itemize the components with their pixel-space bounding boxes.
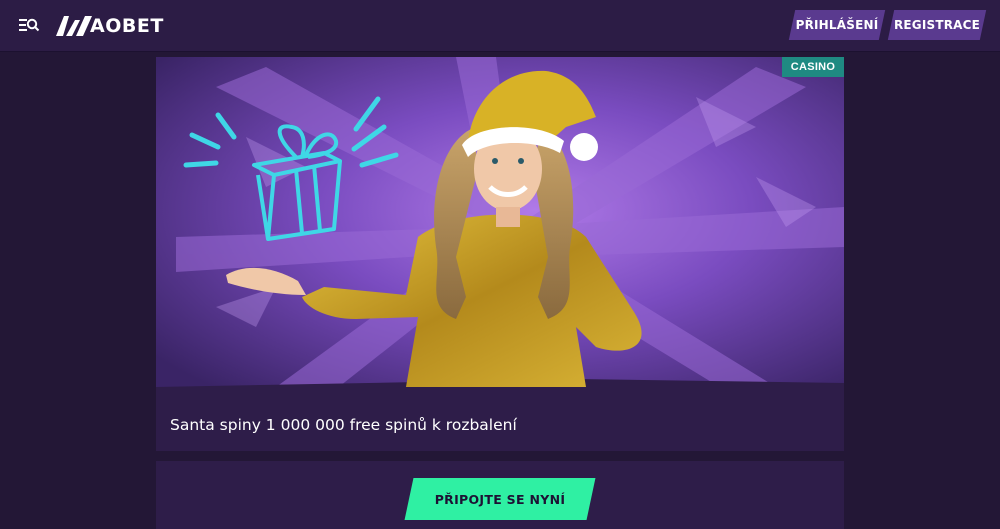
logo-text: AOBET [90,15,164,37]
login-button[interactable]: PŘIHLÁŠENÍ [788,10,886,40]
register-button[interactable]: REGISTRACE [887,10,987,40]
brand-logo[interactable]: AOBET [56,14,164,38]
promo-title[interactable]: Santa spiny 1 000 000 free spinů k rozba… [170,415,517,435]
join-now-button-label: PŘIPOJTE SE NYNÍ [434,491,566,507]
cta-section: PŘIPOJTE SE NYNÍ [156,461,844,529]
login-button-label: PŘIHLÁŠENÍ [795,18,879,32]
top-header: AOBET PŘIHLÁŠENÍ REGISTRACE [0,0,1000,52]
logo-mark-icon [56,16,92,36]
promo-card[interactable]: CASINO Santa spiny 1 000 000 free spinů … [156,57,844,451]
menu-search-icon[interactable] [18,16,40,34]
register-button-label: REGISTRACE [893,18,981,32]
category-badge: CASINO [782,57,844,77]
promo-banner-image [156,57,844,397]
join-now-button[interactable]: PŘIPOJTE SE NYNÍ [404,478,596,520]
